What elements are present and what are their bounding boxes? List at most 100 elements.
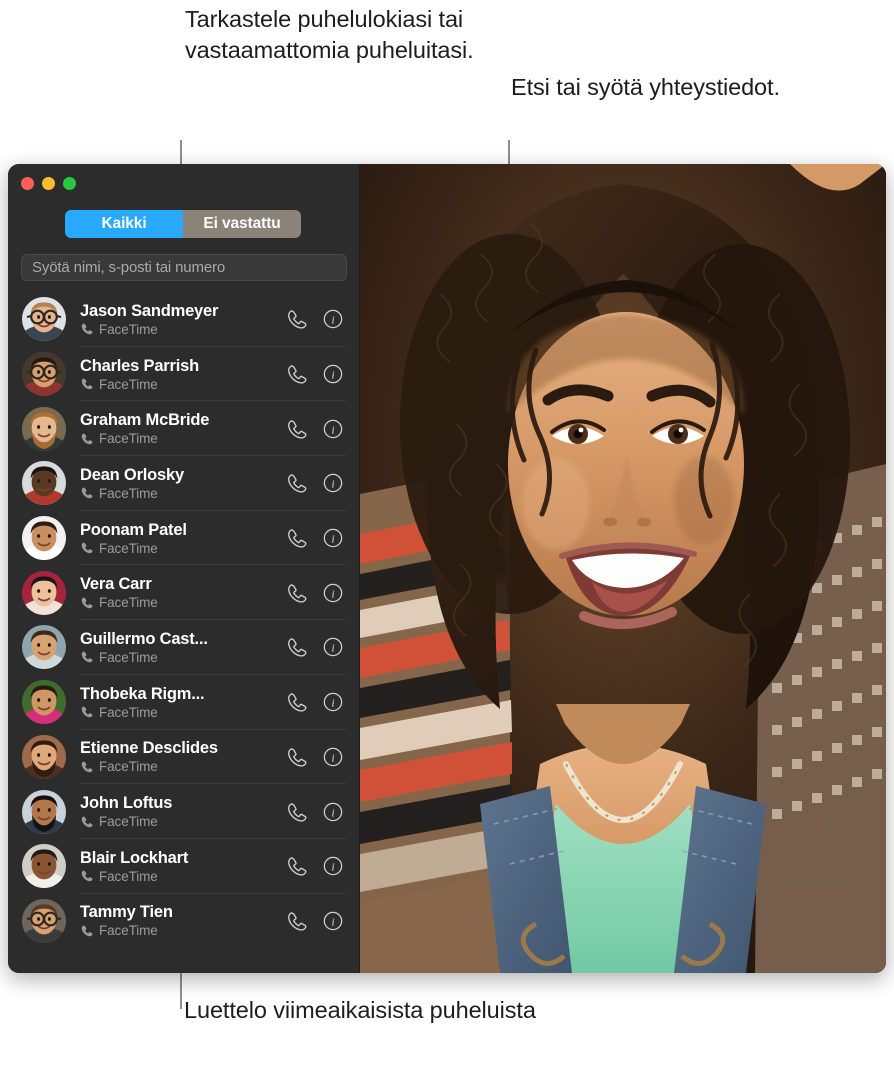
contact-text: Charles Parrish FaceTime (80, 357, 286, 392)
video-preview[interactable] (360, 164, 886, 973)
svg-text:i: i (331, 315, 334, 327)
list-item[interactable]: Poonam Patel FaceTime i (8, 511, 359, 566)
svg-text:i: i (331, 643, 334, 655)
contact-text: Guillermo Cast... FaceTime (80, 630, 286, 665)
svg-text:i: i (331, 862, 334, 874)
call-icon[interactable] (286, 363, 308, 385)
call-icon[interactable] (286, 910, 308, 932)
avatar (22, 844, 66, 889)
call-icon[interactable] (286, 801, 308, 823)
contact-name: Tammy Tien (80, 903, 173, 922)
info-icon[interactable]: i (322, 308, 344, 330)
contact-service: FaceTime (80, 869, 286, 884)
call-icon[interactable] (286, 527, 308, 549)
row-actions: i (286, 910, 359, 932)
info-icon[interactable]: i (322, 363, 344, 385)
callout-label-search: Etsi tai syötä yhteystiedot. (511, 74, 780, 100)
contact-name: Graham McBride (80, 411, 210, 430)
info-icon[interactable]: i (322, 910, 344, 932)
close-button[interactable] (21, 177, 34, 190)
info-icon[interactable]: i (322, 472, 344, 494)
avatar (22, 734, 66, 779)
info-icon[interactable]: i (322, 855, 344, 877)
list-item[interactable]: Thobeka Rigm... FaceTime i (8, 675, 359, 730)
contact-service: FaceTime (80, 705, 286, 720)
info-icon[interactable]: i (322, 691, 344, 713)
phone-icon (80, 924, 94, 938)
service-label: FaceTime (99, 540, 158, 556)
list-item[interactable]: Vera Carr FaceTime i (8, 565, 359, 620)
phone-icon (80, 869, 94, 883)
contact-name: John Loftus (80, 794, 173, 813)
tab-missed[interactable]: Ei vastattu (183, 210, 301, 238)
contact-name: Poonam Patel (80, 520, 187, 539)
search-placeholder: Syötä nimi, s-posti tai numero (32, 259, 226, 276)
contact-text: Blair Lockhart FaceTime (80, 849, 286, 884)
info-icon[interactable]: i (322, 582, 344, 604)
facetime-window: Kaikki Ei vastattu Syötä nimi, s-posti t… (8, 164, 886, 973)
call-icon[interactable] (286, 691, 308, 713)
contact-service: FaceTime (80, 322, 286, 337)
maximize-button[interactable] (63, 177, 76, 190)
contact-name: Thobeka Rigm... (80, 684, 205, 703)
row-actions: i (286, 527, 359, 549)
contact-service: FaceTime (80, 431, 286, 446)
call-icon[interactable] (286, 746, 308, 768)
list-item[interactable]: Blair Lockhart FaceTime i (8, 839, 359, 894)
info-icon[interactable]: i (322, 636, 344, 658)
list-item[interactable]: Dean Orlosky FaceTime i (8, 456, 359, 511)
info-icon[interactable]: i (322, 527, 344, 549)
svg-text:i: i (331, 698, 334, 710)
phone-icon (80, 760, 94, 774)
svg-text:i: i (331, 916, 334, 928)
tab-all[interactable]: Kaikki (65, 210, 183, 238)
row-actions: i (286, 308, 359, 330)
info-icon[interactable]: i (322, 746, 344, 768)
avatar (22, 516, 66, 561)
list-item[interactable]: Graham McBride FaceTime i (8, 401, 359, 456)
avatar (22, 625, 66, 670)
contact-text: Jason Sandmeyer FaceTime (80, 302, 286, 337)
call-filter-segmented-control[interactable]: Kaikki Ei vastattu (65, 210, 301, 238)
screenshot-root: Tarkastele puhelulokiasi tai vastaamatto… (0, 0, 894, 1067)
recent-calls-list[interactable]: Jason Sandmeyer FaceTime i Charles Parrish F… (8, 292, 359, 973)
contact-name: Guillermo Cast... (80, 629, 208, 648)
contact-name: Charles Parrish (80, 356, 199, 375)
list-item[interactable]: Tammy Tien FaceTime i (8, 894, 359, 949)
call-icon[interactable] (286, 636, 308, 658)
contact-text: Graham McBride FaceTime (80, 411, 286, 446)
list-item[interactable]: Jason Sandmeyer FaceTime i (8, 292, 359, 347)
phone-icon (80, 432, 94, 446)
row-actions: i (286, 472, 359, 494)
contact-service: FaceTime (80, 814, 286, 829)
call-icon[interactable] (286, 582, 308, 604)
contact-text: Thobeka Rigm... FaceTime (80, 685, 286, 720)
call-icon[interactable] (286, 308, 308, 330)
list-item[interactable]: Guillermo Cast... FaceTime i (8, 620, 359, 675)
phone-icon (80, 815, 94, 829)
row-actions: i (286, 691, 359, 713)
info-icon[interactable]: i (322, 801, 344, 823)
info-icon[interactable]: i (322, 418, 344, 440)
call-icon[interactable] (286, 418, 308, 440)
avatar (22, 406, 66, 451)
phone-icon (80, 377, 94, 391)
svg-text:i: i (331, 752, 334, 764)
contact-name: Etienne Desclides (80, 739, 218, 758)
avatar (22, 570, 66, 615)
service-label: FaceTime (99, 376, 158, 392)
contact-name: Dean Orlosky (80, 465, 184, 484)
call-icon[interactable] (286, 855, 308, 877)
avatar (22, 297, 66, 342)
row-actions: i (286, 582, 359, 604)
minimize-button[interactable] (42, 177, 55, 190)
list-item[interactable]: Etienne Desclides FaceTime i (8, 730, 359, 785)
list-item[interactable]: Charles Parrish FaceTime i (8, 347, 359, 402)
service-label: FaceTime (99, 704, 158, 720)
contact-service: FaceTime (80, 650, 286, 665)
search-input[interactable]: Syötä nimi, s-posti tai numero (21, 254, 347, 281)
call-icon[interactable] (286, 472, 308, 494)
list-item[interactable]: John Loftus FaceTime i (8, 784, 359, 839)
service-label: FaceTime (99, 649, 158, 665)
svg-text:i: i (331, 588, 334, 600)
